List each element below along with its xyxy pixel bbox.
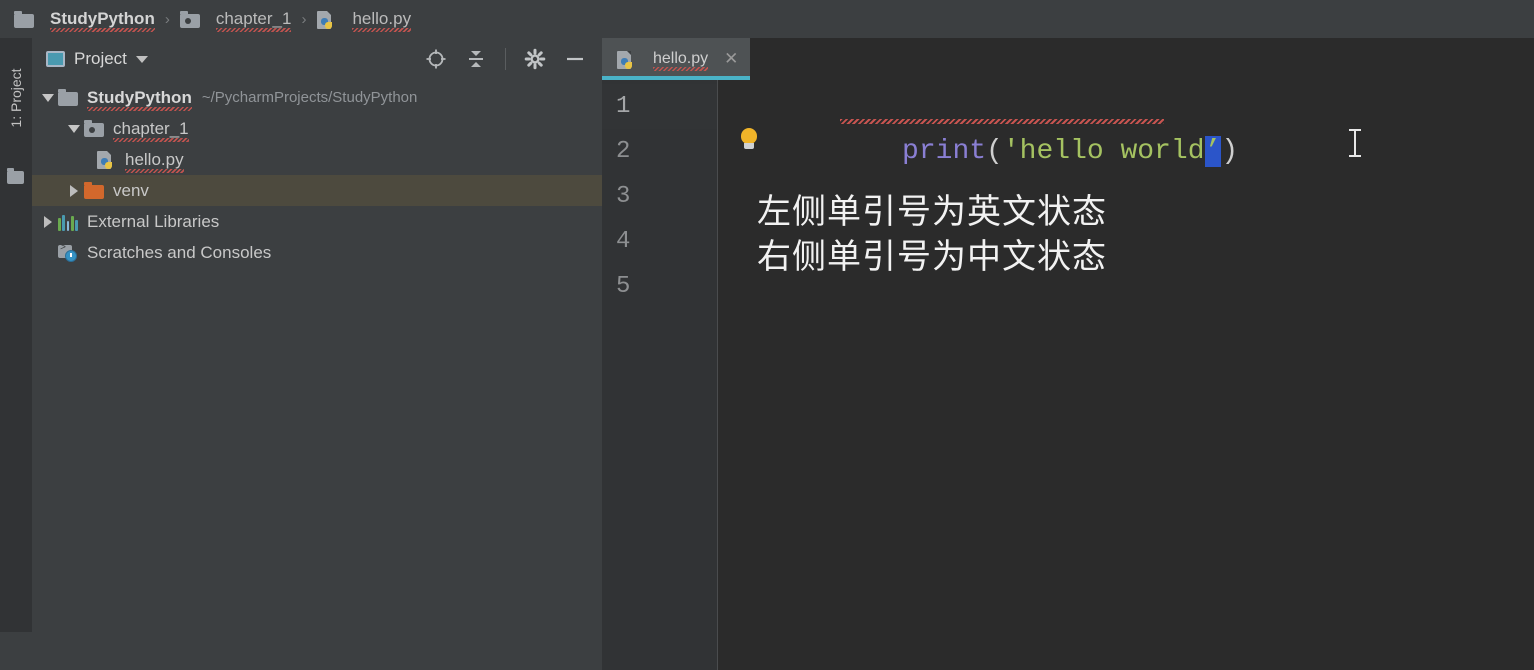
folder-icon <box>14 11 34 28</box>
chevron-collapsed-icon[interactable] <box>38 216 58 228</box>
line-number: 2 <box>602 129 718 174</box>
folder-source-icon <box>180 11 200 28</box>
chevron-expanded-icon[interactable] <box>38 94 58 102</box>
toolbar-divider <box>505 48 506 70</box>
breadcrumb-label: hello.py <box>352 9 411 29</box>
scratches-icon <box>58 244 78 261</box>
folder-icon[interactable] <box>7 171 24 184</box>
locate-icon[interactable] <box>425 48 447 70</box>
tree-row[interactable]: chapter_1 <box>32 113 602 144</box>
tool-window-strip: 1: Project <box>0 38 32 670</box>
line-number-gutter: 1 2 3 4 5 <box>602 80 718 670</box>
close-icon[interactable]: ✕ <box>724 49 738 69</box>
line-number: 4 <box>602 219 718 264</box>
tree-row[interactable]: hello.py <box>32 144 602 175</box>
project-panel-actions <box>425 48 592 70</box>
folder-orange-icon <box>84 182 104 199</box>
text-ibeam-cursor <box>1349 128 1361 158</box>
folder-icon <box>58 89 78 106</box>
breadcrumb-item-hellopy[interactable]: hello.py <box>316 9 411 29</box>
annotation-line-2: 右侧单引号为中文状态 <box>757 235 1107 280</box>
tree-row[interactable]: Scratches and Consoles <box>32 237 602 268</box>
chevron-expanded-icon[interactable] <box>64 125 84 133</box>
collapse-all-icon[interactable] <box>465 48 487 70</box>
python-file-icon <box>316 11 336 28</box>
line-number: 3 <box>602 174 718 219</box>
chevron-collapsed-icon[interactable] <box>64 185 84 197</box>
tree-item-path: ~/PycharmProjects/StudyPython <box>202 89 418 106</box>
project-tree: StudyPython ~/PycharmProjects/StudyPytho… <box>32 80 602 268</box>
tree-row[interactable]: venv <box>32 175 602 206</box>
tool-button-project[interactable]: 1: Project <box>0 52 32 144</box>
minimize-icon[interactable] <box>564 48 586 70</box>
line-number: 1 <box>602 84 718 129</box>
editor-area: hello.py ✕ 1 2 3 4 5 print('hello world’… <box>602 38 1534 670</box>
tree-row[interactable]: StudyPython ~/PycharmProjects/StudyPytho… <box>32 82 602 113</box>
folder-source-icon <box>84 120 104 137</box>
tree-item-label: External Libraries <box>87 212 219 232</box>
project-panel-header: Project <box>32 38 602 80</box>
tab-hello-py[interactable]: hello.py ✕ <box>602 38 750 80</box>
breadcrumb-item-chapter1[interactable]: chapter_1 <box>180 9 292 29</box>
tree-row[interactable]: External Libraries <box>32 206 602 237</box>
tree-item-label: Scratches and Consoles <box>87 243 271 263</box>
project-view-icon <box>46 51 65 67</box>
gear-icon[interactable] <box>524 48 546 70</box>
python-file-icon <box>616 51 636 68</box>
code-editor[interactable]: 1 2 3 4 5 print('hello world’) <box>602 80 1534 670</box>
project-tool-window: Project <box>32 38 602 670</box>
project-panel-title: Project <box>74 49 127 69</box>
tree-item-label: hello.py <box>125 150 184 170</box>
line-number: 5 <box>602 264 718 309</box>
breadcrumb: StudyPython › chapter_1 › hello.py <box>0 0 1534 38</box>
tree-item-label: chapter_1 <box>113 119 189 139</box>
breadcrumb-label: chapter_1 <box>216 9 292 29</box>
breadcrumb-item-studypython[interactable]: StudyPython <box>14 9 155 29</box>
project-view-selector[interactable]: Project <box>46 49 148 69</box>
tab-label: hello.py <box>653 50 708 68</box>
annotation-overlay: 左侧单引号为英文状态 右侧单引号为中文状态 <box>757 190 1107 280</box>
python-file-icon <box>96 151 116 168</box>
lightbulb-icon[interactable] <box>738 128 760 154</box>
tree-item-label: venv <box>113 181 149 201</box>
libraries-icon <box>58 213 78 230</box>
pycharm-window: 大熊猫 Python零基础入门动... StudyPython › chapte… <box>0 0 1534 670</box>
annotation-line-1: 左侧单引号为英文状态 <box>757 190 1107 235</box>
code-line-1[interactable]: print('hello world’) <box>718 84 1534 129</box>
breadcrumb-label: StudyPython <box>50 9 155 29</box>
breadcrumb-separator: › <box>165 11 170 28</box>
code-pane[interactable]: print('hello world’) <box>718 80 1534 670</box>
editor-tab-bar: hello.py ✕ <box>602 38 1534 80</box>
code-line-2[interactable] <box>718 129 1534 174</box>
tool-strip-bottom <box>0 632 32 670</box>
chevron-down-icon[interactable] <box>136 56 148 63</box>
breadcrumb-separator: › <box>301 11 306 28</box>
error-squiggle <box>840 119 1164 124</box>
tree-item-label: StudyPython <box>87 88 192 108</box>
